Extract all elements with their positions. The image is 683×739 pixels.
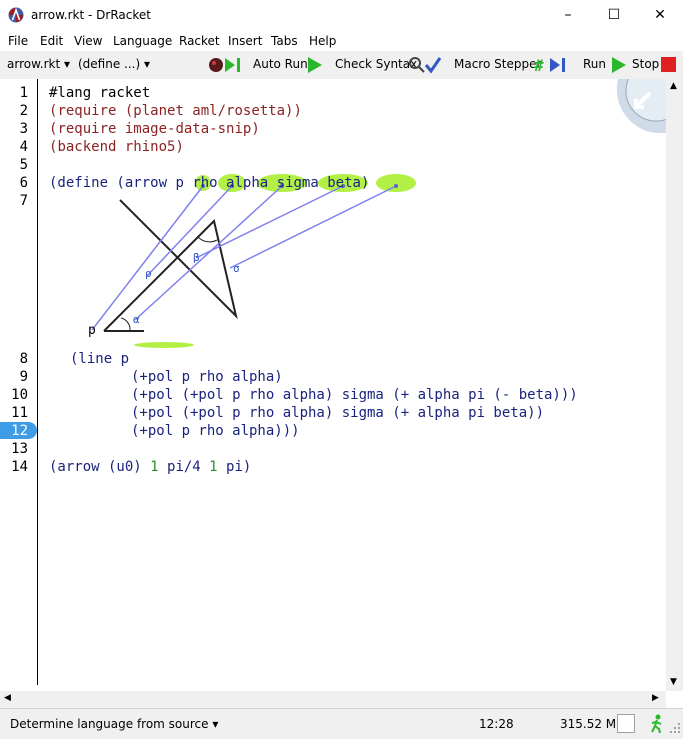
status-bar: Determine language from source ▾ 12:28 3… <box>0 708 683 739</box>
scroll-down-icon[interactable]: ▼ <box>670 677 677 687</box>
code-line-11[interactable]: (+pol (+pol p rho alpha) sigma (+ alpha … <box>131 404 544 422</box>
arrow-drawing <box>103 199 238 332</box>
scroll-left-icon[interactable]: ◀ <box>4 693 11 703</box>
highlight-beta <box>376 174 416 192</box>
image-label-alpha: α <box>133 313 140 326</box>
code-line-10[interactable]: (+pol (+pol p rho alpha) sigma (+ alpha … <box>131 386 578 404</box>
code-line-14[interactable]: (arrow (u0) 1 pi/4 1 pi) <box>49 458 251 476</box>
gc-indicator <box>617 714 635 733</box>
code-line-12[interactable]: (+pol p rho alpha))) <box>131 422 300 440</box>
horizontal-scrollbar[interactable]: ◀ ▶ <box>0 691 666 708</box>
language-selector[interactable]: Determine language from source ▾ <box>10 717 218 731</box>
code-line-8[interactable]: (line p <box>70 350 129 368</box>
code-line-4[interactable]: (backend rhino5) <box>49 138 184 156</box>
language-label: Determine language from source <box>10 717 209 731</box>
code-line-6[interactable]: (define (arrow p rho alpha sigma beta) <box>49 174 369 192</box>
memory-usage: 315.52 MB <box>560 717 625 731</box>
alpha-angle-arc <box>120 317 131 332</box>
chevron-down-icon: ▾ <box>212 717 219 731</box>
beta-angle-arc <box>197 236 218 243</box>
cursor-position: 12:28 <box>479 717 514 731</box>
code-line-3[interactable]: (require image-data-snip) <box>49 120 260 138</box>
vertical-scrollbar[interactable]: ▲ ▼ <box>666 79 683 691</box>
image-label-rho: ρ <box>145 267 152 280</box>
code-line-1[interactable]: #lang racket <box>49 84 150 102</box>
highlight-image-bottom <box>134 342 194 348</box>
image-label-p: p <box>88 323 96 338</box>
image-label-sigma: σ <box>233 262 240 275</box>
binding-arrows <box>91 185 397 331</box>
image-label-beta: β <box>193 251 200 264</box>
running-man-icon <box>651 714 662 734</box>
scroll-right-icon[interactable]: ▶ <box>652 693 659 703</box>
code-line-9[interactable]: (+pol p rho alpha) <box>131 368 283 386</box>
scroll-up-icon[interactable]: ▲ <box>670 81 677 91</box>
resize-grip-icon[interactable] <box>669 722 681 734</box>
code-line-2[interactable]: (require (planet aml/rosetta)) <box>49 102 302 120</box>
